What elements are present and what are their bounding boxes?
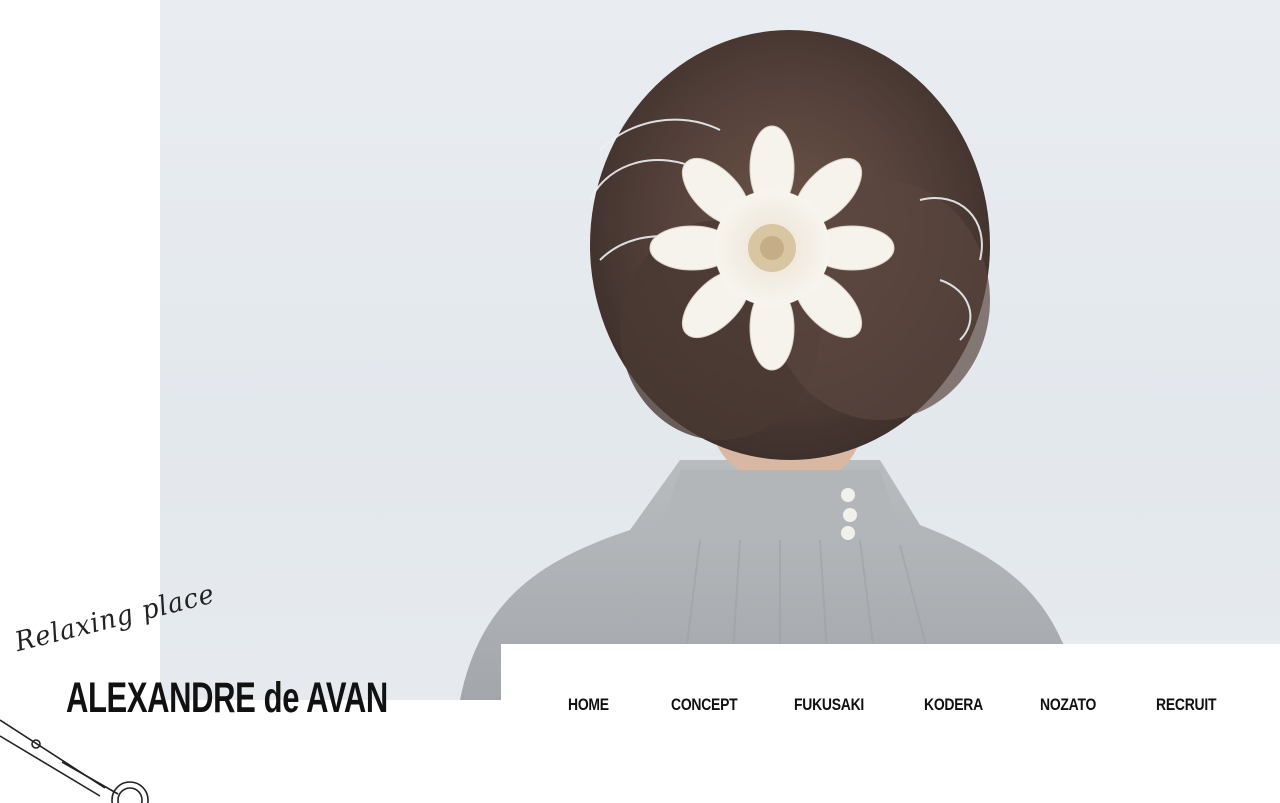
nav-panel: HOME CONCEPT FUKUSAKI KODERA NOZATO RECR… bbox=[501, 644, 1280, 803]
nav-item-fukusaki[interactable]: FUKUSAKI bbox=[794, 695, 864, 715]
nav-item-home[interactable]: HOME bbox=[568, 695, 609, 715]
scissors-icon bbox=[0, 719, 149, 803]
nav-item-concept[interactable]: CONCEPT bbox=[671, 695, 738, 715]
site-logo[interactable]: Relaxing place ALEXANDRE de AVAN bbox=[0, 579, 388, 803]
nav-item-kodera[interactable]: KODERA bbox=[924, 695, 983, 715]
hero-image bbox=[160, 0, 1280, 700]
nav-item-nozato[interactable]: NOZATO bbox=[1040, 695, 1096, 715]
page: Relaxing place ALEXANDRE de AVAN HOME CO… bbox=[0, 0, 1280, 803]
logo-tagline: Relaxing place bbox=[12, 578, 218, 659]
nav-item-recruit[interactable]: RECRUIT bbox=[1156, 695, 1216, 715]
main-navigation: HOME CONCEPT FUKUSAKI KODERA NOZATO RECR… bbox=[501, 644, 1280, 764]
